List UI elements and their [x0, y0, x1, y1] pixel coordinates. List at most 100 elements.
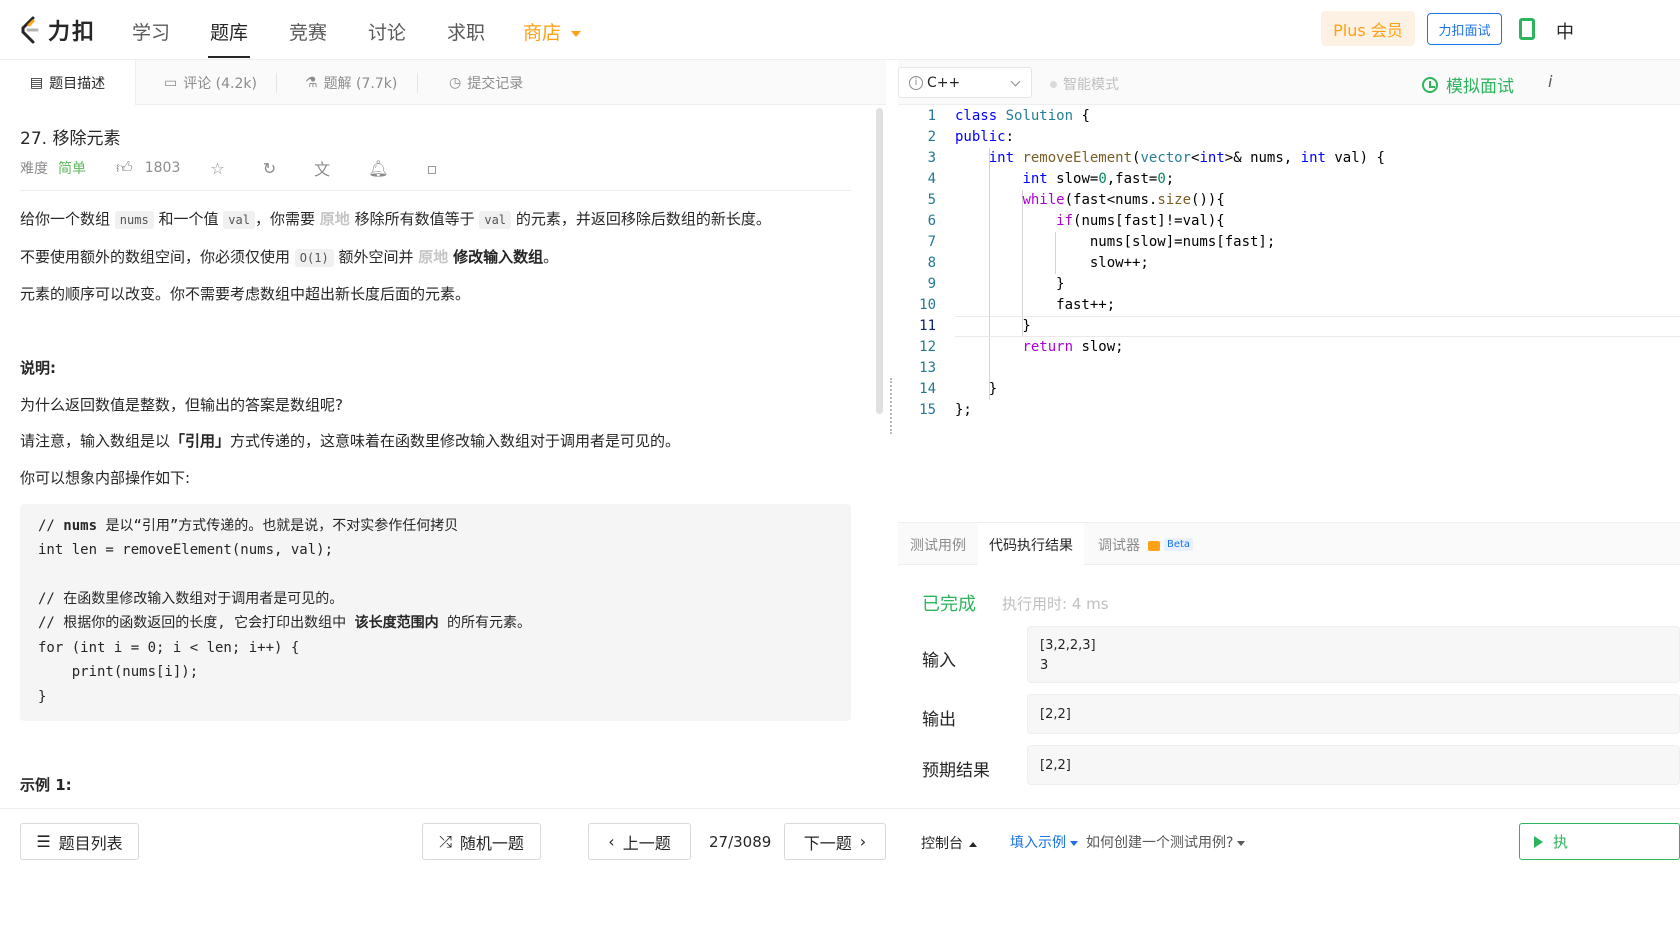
- text: 请注意，输入数组是以: [20, 432, 171, 450]
- bell-icon[interactable]: 🔔︎: [368, 159, 388, 178]
- console-toggle[interactable]: 控制台: [921, 833, 977, 853]
- star-icon[interactable]: ☆: [210, 159, 224, 178]
- nav-learn[interactable]: 学习: [132, 18, 170, 45]
- code-line: public:: [955, 129, 1015, 145]
- tab-divider: [276, 73, 277, 93]
- language-select[interactable]: i C++: [898, 67, 1032, 98]
- text: ，你需要: [254, 210, 315, 228]
- text: 额外空间并: [338, 248, 414, 266]
- line-number: 4: [927, 171, 936, 187]
- next-problem-button[interactable]: 下一题 ›: [784, 823, 886, 860]
- current-line-highlight: [955, 316, 1680, 337]
- resize-handle[interactable]: [890, 378, 893, 434]
- tab-divider: [417, 73, 418, 93]
- code-line: return slow;: [1022, 339, 1124, 355]
- line-number: 7: [927, 234, 936, 250]
- text: 方式传递的，这意味着在函数里修改输入数组对于调用者是可见的。: [230, 432, 681, 450]
- difficulty-label: 难度: [20, 161, 48, 177]
- fill-example-button[interactable]: 填入示例: [1010, 832, 1078, 852]
- prev-problem-button[interactable]: ‹ 上一题: [588, 823, 691, 860]
- line-number: 9: [927, 276, 936, 292]
- tab-run-result[interactable]: 代码执行结果: [978, 523, 1084, 566]
- tab-submissions-label: 提交记录: [467, 75, 524, 92]
- code-line: int slow=0,fast=0;: [1022, 171, 1175, 187]
- mock-interview-button[interactable]: 模拟面试: [1422, 72, 1514, 97]
- share-icon[interactable]: ↻: [263, 159, 276, 178]
- text: 给你一个数组: [20, 210, 111, 228]
- line-number: 14: [919, 381, 936, 397]
- code-line: int removeElement(vector<int>& nums, int…: [988, 150, 1385, 166]
- line-number: 10: [919, 297, 936, 313]
- chevron-left-icon: ‹: [608, 832, 615, 851]
- thumbs-up-icon[interactable]: 👍︎: [116, 158, 133, 178]
- lock-icon: [1148, 540, 1160, 551]
- tab-solutions[interactable]: ⚗ 题解 (7.7k): [305, 60, 397, 105]
- info-button[interactable]: i: [1548, 72, 1552, 91]
- difficulty-badge: 简单: [58, 161, 86, 177]
- tab-comments[interactable]: ▭ 评论 (4.2k): [164, 60, 257, 105]
- language-switch[interactable]: 中: [1556, 18, 1574, 44]
- smart-mode-toggle[interactable]: 智能模式: [1050, 74, 1119, 94]
- next-label: 下一题: [803, 833, 852, 853]
- tab-testcase[interactable]: 测试用例: [910, 523, 966, 566]
- play-icon: [1534, 835, 1543, 848]
- caret-down-icon: [1237, 840, 1246, 846]
- logo[interactable]: 力扣: [18, 14, 96, 46]
- page-indicator: 27/3089: [709, 833, 772, 851]
- line-number: 3: [927, 150, 936, 166]
- bold-text: 「引用」: [170, 432, 231, 450]
- note-heading: 说明:: [20, 359, 56, 377]
- history-icon: ◷: [449, 74, 462, 91]
- divider: [20, 190, 851, 191]
- prev-label: 上一题: [622, 833, 671, 853]
- problem-title: 27. 移除元素: [20, 129, 121, 149]
- leetcode-logo-icon: [21, 16, 39, 44]
- feedback-icon[interactable]: ▫: [426, 159, 437, 178]
- line-number: 13: [919, 360, 936, 376]
- nav-contest[interactable]: 竞赛: [289, 18, 327, 45]
- text: 和一个值: [158, 210, 219, 228]
- tab-submissions[interactable]: ◷ 提交记录: [449, 60, 523, 105]
- code-line: }: [955, 276, 1065, 292]
- highlight-text: 原地: [418, 248, 449, 266]
- nav-jobs[interactable]: 求职: [447, 18, 485, 45]
- random-problem-button[interactable]: ⤮ 随机一题: [422, 823, 541, 860]
- scrollbar[interactable]: [876, 108, 883, 414]
- caret-down-icon: [571, 30, 582, 37]
- inline-code: O(1): [294, 249, 334, 267]
- code-line: }: [38, 689, 47, 705]
- description-paragraph-3: 元素的顺序可以改变。你不需要考虑数组中超出新长度后面的元素。: [20, 285, 471, 303]
- howto-link[interactable]: 如何创建一个测试用例?: [1086, 832, 1246, 852]
- text: 的元素，并返回移除后数组的新长度。: [515, 210, 771, 228]
- tab-solutions-label: 题解 (7.7k): [323, 75, 398, 92]
- highlight-text: 原地: [319, 210, 350, 228]
- editor-toolbar: i C++ 智能模式 模拟面试 i: [898, 60, 1680, 105]
- problem-list-button[interactable]: ☰ 题目列表: [20, 823, 139, 860]
- inline-code: val: [223, 211, 255, 229]
- top-nav: 力扣 学习 题库 竞赛 讨论 求职 商店 Plus 会员 力扣面试 中: [0, 0, 1680, 60]
- line-number: 8: [927, 255, 936, 271]
- translate-icon[interactable]: 文: [314, 156, 330, 180]
- chevron-down-icon: [1010, 76, 1021, 87]
- tab-debugger-label: 调试器: [1098, 537, 1140, 554]
- nav-discuss[interactable]: 讨论: [368, 18, 406, 45]
- info-icon: i: [909, 75, 923, 90]
- plus-member-button[interactable]: Plus 会员: [1321, 11, 1415, 46]
- example-heading: 示例 1:: [20, 776, 72, 794]
- interview-button[interactable]: 力扣面试: [1427, 13, 1502, 45]
- random-label: 随机一题: [459, 833, 524, 853]
- run-button[interactable]: 执: [1519, 823, 1680, 860]
- inline-code: nums: [114, 211, 154, 229]
- logo-text: 力扣: [48, 20, 97, 45]
- text: 移除所有数值等于: [354, 210, 475, 228]
- line-number: 15: [919, 402, 936, 418]
- flask-icon: ⚗: [305, 74, 318, 91]
- code-line: nums[slow]=nums[fast];: [955, 234, 1276, 250]
- tab-debugger[interactable]: 调试器 Beta: [1098, 523, 1194, 566]
- nav-problems[interactable]: 题库: [210, 18, 248, 45]
- code-editor[interactable]: 1 2 3 4 5 6 7 8 9 10 11 12 13 14 15 class Solution { p…: [898, 106, 1680, 521]
- nav-store[interactable]: 商店: [523, 18, 582, 45]
- tab-description[interactable]: ▤ 题目描述: [0, 60, 136, 105]
- mobile-icon[interactable]: [1519, 18, 1535, 40]
- code-line: if(nums[fast]!=val){: [1056, 213, 1225, 229]
